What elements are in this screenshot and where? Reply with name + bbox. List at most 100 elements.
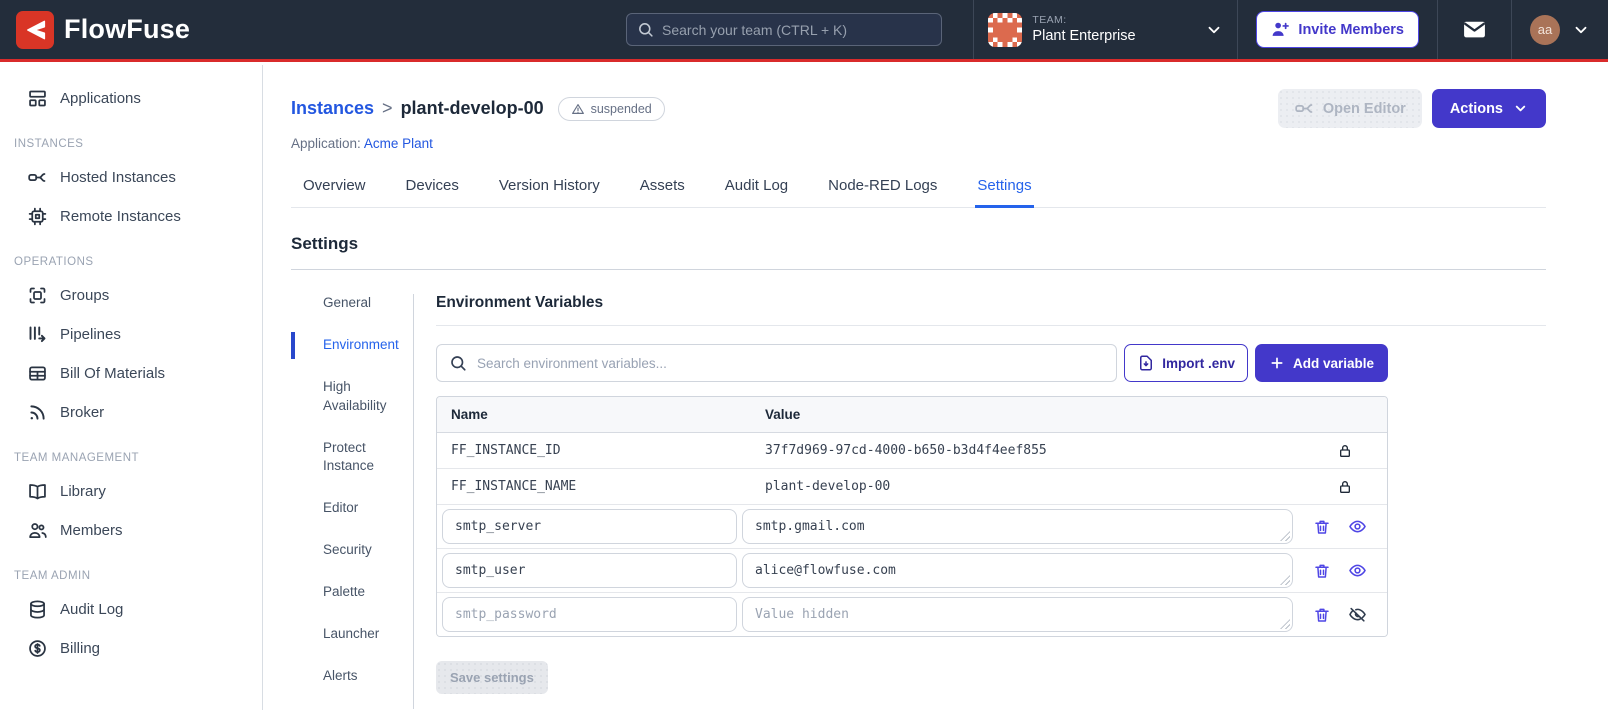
delete-variable-button[interactable] <box>1311 516 1333 538</box>
sidebar-item-audit-log[interactable]: Audit Log <box>0 590 262 629</box>
sidebar-item-bill-of-materials[interactable]: Bill Of Materials <box>0 354 262 393</box>
search-icon <box>637 21 654 38</box>
user-plus-icon <box>1271 20 1290 39</box>
search-input[interactable] <box>662 21 931 38</box>
settings-nav-security[interactable]: Security <box>307 541 411 560</box>
table-row: FF_INSTANCE_ID 37f7d969-97cd-4000-b650-b… <box>437 433 1387 469</box>
settings-nav-high-availability[interactable]: High Availability <box>307 378 411 416</box>
trash-icon <box>1313 606 1331 624</box>
sidebar-item-remote-instances[interactable]: Remote Instances <box>0 197 262 236</box>
env-value-input[interactable] <box>742 553 1293 588</box>
instance-tabs: Overview Devices Version History Assets … <box>291 169 1546 208</box>
settings-nav: General Environment High Availability Pr… <box>291 294 411 709</box>
team-avatar <box>988 12 1023 47</box>
tab-devices[interactable]: Devices <box>404 169 461 208</box>
sidebar-item-library[interactable]: Library <box>0 472 262 511</box>
table-row <box>437 549 1387 593</box>
settings-nav-alerts[interactable]: Alerts <box>307 667 411 686</box>
tab-overview[interactable]: Overview <box>301 169 368 208</box>
team-search[interactable] <box>626 13 942 46</box>
tab-version-history[interactable]: Version History <box>497 169 602 208</box>
env-name-input[interactable] <box>442 553 737 588</box>
open-editor-button[interactable]: Open Editor <box>1277 89 1422 128</box>
settings-nav-editor[interactable]: Editor <box>307 499 411 518</box>
application-line: Application: Acme Plant <box>291 136 1546 151</box>
library-icon <box>27 481 48 502</box>
tab-audit-log[interactable]: Audit Log <box>723 169 790 208</box>
env-name: FF_INSTANCE_ID <box>451 443 561 458</box>
groups-icon <box>27 285 48 306</box>
env-variables-table: Name Value FF_INSTANCE_ID 37f7d969-97cd-… <box>436 396 1388 637</box>
sidebar-item-pipelines[interactable]: Pipelines <box>0 315 262 354</box>
remote-instances-icon <box>27 206 48 227</box>
sidebar-item-label: Audit Log <box>60 601 124 618</box>
add-variable-label: Add variable <box>1292 355 1374 371</box>
env-value-input[interactable] <box>742 597 1293 632</box>
sidebar-item-label: Bill Of Materials <box>60 365 166 382</box>
brand[interactable]: FlowFuse <box>0 10 626 49</box>
actions-label: Actions <box>1449 100 1503 117</box>
status-badge-label: suspended <box>590 101 652 116</box>
members-icon <box>27 520 48 541</box>
sidebar-section-operations: OPERATIONS <box>14 256 94 268</box>
eye-icon <box>1348 517 1367 536</box>
tab-node-red-logs[interactable]: Node-RED Logs <box>826 169 939 208</box>
env-search-input[interactable] <box>477 355 1105 371</box>
team-selector[interactable]: TEAM: Plant Enterprise <box>973 0 1237 59</box>
env-value: plant-develop-00 <box>765 479 891 494</box>
sidebar-item-applications[interactable]: Applications <box>0 79 262 118</box>
env-value-input[interactable] <box>742 509 1293 544</box>
delete-variable-button[interactable] <box>1311 604 1333 626</box>
table-row <box>437 505 1387 549</box>
main-content: Instances > plant-develop-00 suspended O… <box>264 65 1608 710</box>
billing-icon <box>27 638 48 659</box>
settings-nav-divider <box>413 294 414 709</box>
eye-icon <box>1348 561 1367 580</box>
sidebar-item-label: Applications <box>60 90 141 107</box>
env-name-input[interactable] <box>442 597 737 632</box>
breadcrumb-instances-link[interactable]: Instances <box>291 98 374 119</box>
tab-settings[interactable]: Settings <box>975 169 1034 208</box>
invite-members-button[interactable]: Invite Members <box>1256 11 1419 48</box>
notifications-button[interactable] <box>1437 0 1511 59</box>
env-search[interactable] <box>436 344 1118 382</box>
settings-nav-palette[interactable]: Palette <box>307 583 411 602</box>
column-name: Name <box>451 407 488 422</box>
sidebar-item-label: Members <box>60 522 123 539</box>
sidebar-item-label: Groups <box>60 287 110 304</box>
toggle-visibility-button[interactable] <box>1346 515 1369 538</box>
actions-button[interactable]: Actions <box>1431 89 1546 128</box>
sidebar-item-members[interactable]: Members <box>0 511 262 550</box>
application-link[interactable]: Acme Plant <box>364 136 433 151</box>
sidebar-item-broker[interactable]: Broker <box>0 393 262 432</box>
warning-icon <box>571 102 585 116</box>
toggle-visibility-button[interactable] <box>1346 559 1369 582</box>
settings-nav-protect-instance[interactable]: Protect Instance <box>307 439 411 477</box>
flowfuse-logo-icon <box>16 10 54 49</box>
sidebar-item-label: Billing <box>60 640 101 657</box>
sidebar-item-groups[interactable]: Groups <box>0 276 262 315</box>
brand-name: FlowFuse <box>64 14 191 44</box>
add-variable-button[interactable]: Add variable <box>1254 344 1388 382</box>
chevron-down-icon <box>1205 21 1223 39</box>
import-env-button[interactable]: Import .env <box>1124 344 1248 382</box>
search-icon <box>449 354 467 372</box>
delete-variable-button[interactable] <box>1311 560 1333 582</box>
breadcrumb-separator: > <box>382 98 393 118</box>
settings-nav-launcher[interactable]: Launcher <box>307 625 411 644</box>
invite-members-label: Invite Members <box>1298 21 1404 38</box>
env-name-input[interactable] <box>442 509 737 544</box>
team-name: Plant Enterprise <box>1032 28 1136 44</box>
chevron-down-icon <box>1513 101 1528 116</box>
pipelines-icon <box>27 324 48 345</box>
broker-icon <box>27 402 48 423</box>
save-settings-button[interactable]: Save settings <box>436 661 548 694</box>
tab-assets[interactable]: Assets <box>638 169 687 208</box>
settings-nav-environment[interactable]: Environment <box>291 331 411 359</box>
sidebar-item-hosted-instances[interactable]: Hosted Instances <box>0 158 262 197</box>
sidebar-item-label: Broker <box>60 404 105 421</box>
user-menu[interactable]: aa <box>1511 0 1608 59</box>
sidebar-item-billing[interactable]: Billing <box>0 629 262 668</box>
settings-nav-general[interactable]: General <box>307 294 411 313</box>
toggle-visibility-button[interactable] <box>1346 603 1369 626</box>
